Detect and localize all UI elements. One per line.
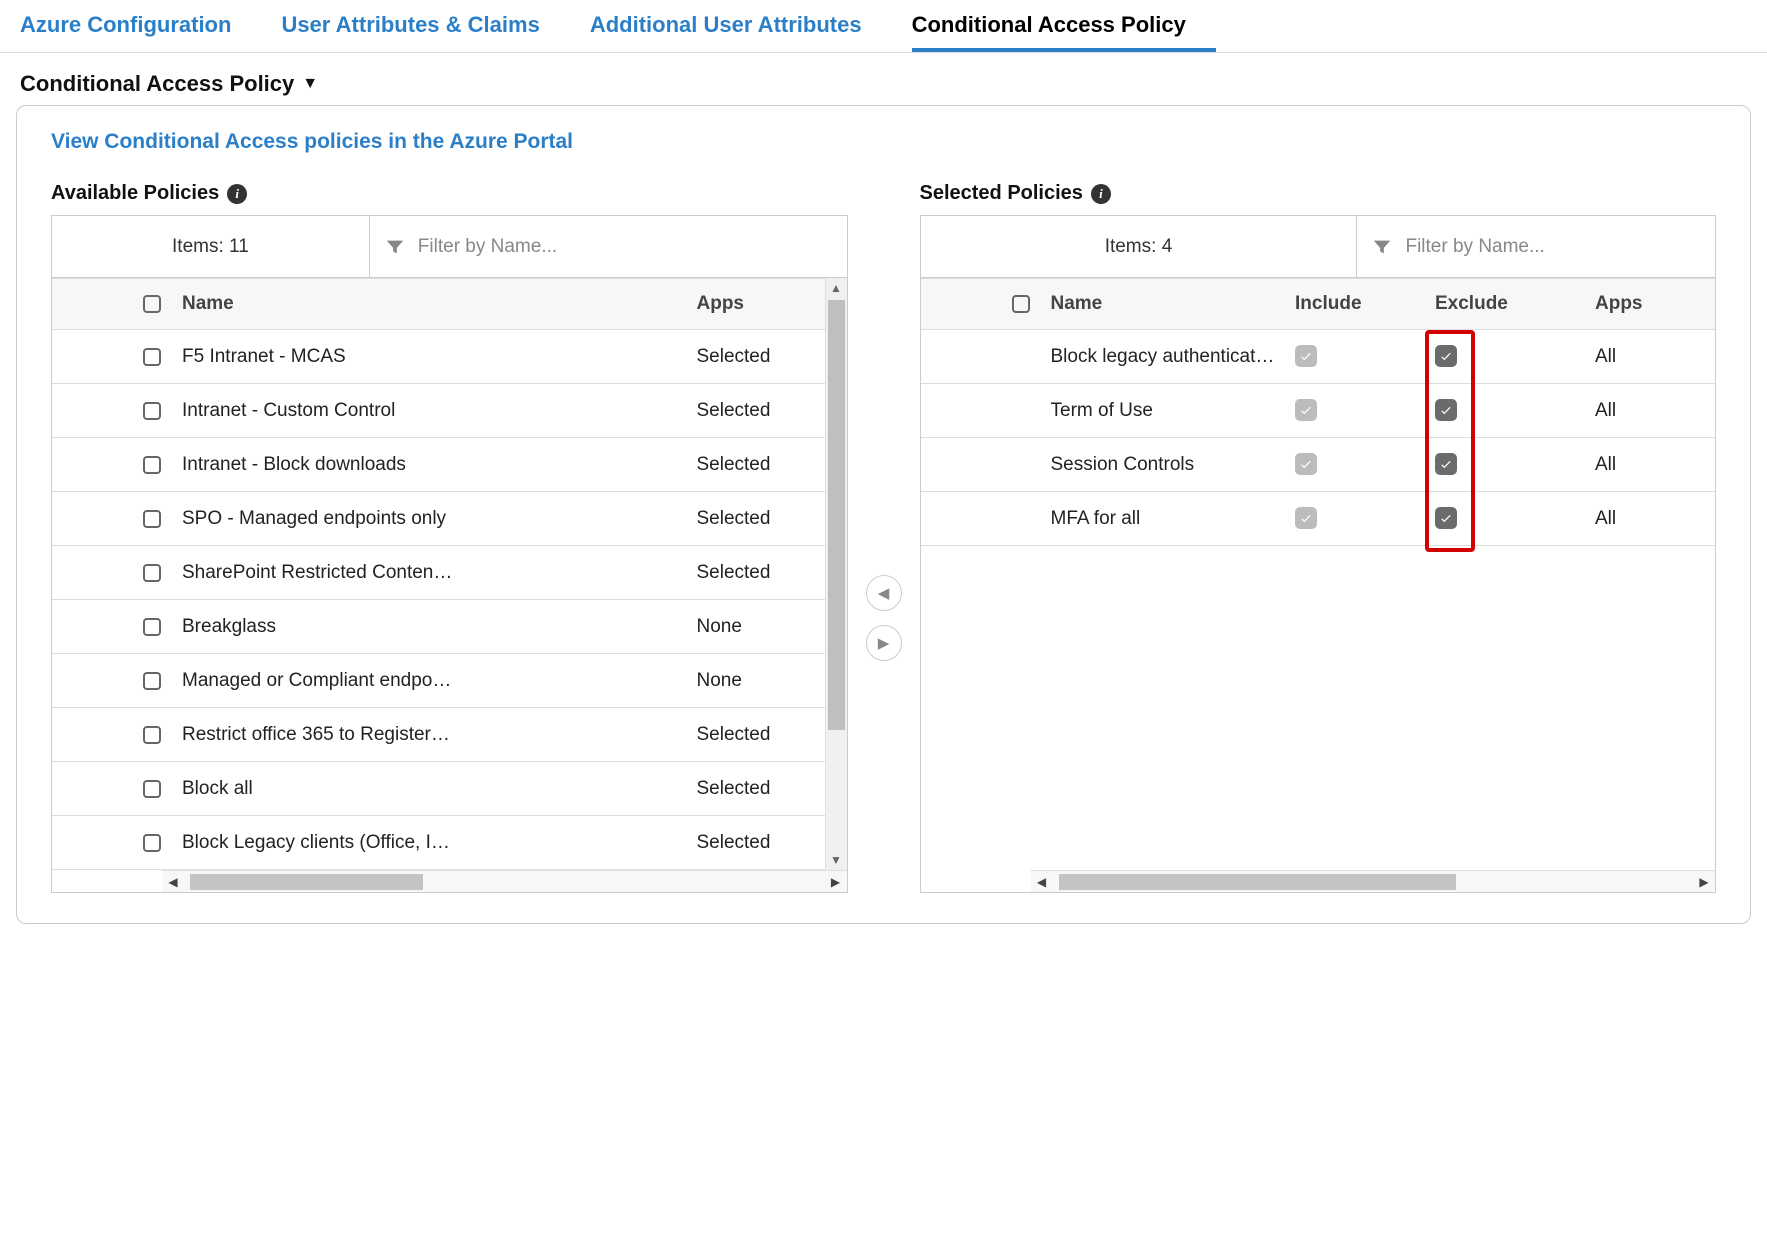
table-row[interactable]: Block legacy authenticat… All <box>921 330 1716 384</box>
move-left-button[interactable]: ◀ <box>866 575 902 611</box>
policy-apps: All <box>1595 400 1715 422</box>
policy-name: F5 Intranet - MCAS <box>182 346 697 368</box>
row-checkbox[interactable] <box>143 456 161 474</box>
policy-apps: All <box>1595 454 1715 476</box>
policy-name: SPO - Managed endpoints only <box>182 508 697 530</box>
filter-icon <box>1371 236 1393 258</box>
policy-name: Breakglass <box>182 616 697 638</box>
row-checkbox[interactable] <box>143 348 161 366</box>
policy-name: Restrict office 365 to Register… <box>182 724 697 746</box>
tabs: Azure Configuration User Attributes & Cl… <box>0 0 1767 53</box>
row-checkbox[interactable] <box>143 780 161 798</box>
available-filter-input[interactable] <box>416 235 833 259</box>
selected-col-apps: Apps <box>1595 293 1715 315</box>
info-icon[interactable]: i <box>1091 184 1111 204</box>
include-checkbox <box>1295 507 1317 529</box>
table-row[interactable]: MFA for all All <box>921 492 1716 546</box>
available-items-count: Items: 11 <box>52 216 370 277</box>
selected-items-count: Items: 4 <box>921 216 1358 277</box>
tab-conditional-access-policy[interactable]: Conditional Access Policy <box>912 0 1216 52</box>
row-checkbox[interactable] <box>143 564 161 582</box>
exclude-checkbox[interactable] <box>1435 453 1457 475</box>
available-title: Available Policies <box>51 182 219 205</box>
section-header[interactable]: Conditional Access Policy ▼ <box>0 53 1767 105</box>
available-policies-block: Available Policies i Items: 11 <box>51 182 848 893</box>
row-checkbox[interactable] <box>143 402 161 420</box>
exclude-checkbox[interactable] <box>1435 507 1457 529</box>
selected-col-exclude: Exclude <box>1435 293 1595 315</box>
exclude-checkbox[interactable] <box>1435 345 1457 367</box>
available-col-name: Name <box>182 293 697 315</box>
row-checkbox[interactable] <box>143 834 161 852</box>
policy-name: Block Legacy clients (Office, I… <box>182 832 697 854</box>
tab-user-attributes-claims[interactable]: User Attributes & Claims <box>281 0 569 52</box>
policy-name: Intranet - Block downloads <box>182 454 697 476</box>
row-checkbox[interactable] <box>143 618 161 636</box>
table-row[interactable]: Block allSelected <box>52 762 847 816</box>
policy-name: Block legacy authenticat… <box>1051 346 1296 368</box>
policy-name: Block all <box>182 778 697 800</box>
horizontal-scrollbar[interactable]: ◀▶ <box>162 870 847 892</box>
table-row[interactable]: Term of Use All <box>921 384 1716 438</box>
transfer-buttons: ◀ ▶ <box>866 575 902 661</box>
policy-name: Intranet - Custom Control <box>182 400 697 422</box>
policy-name: Managed or Compliant endpo… <box>182 670 697 692</box>
policy-name: Session Controls <box>1051 454 1296 476</box>
table-row[interactable]: Managed or Compliant endpo…None <box>52 654 847 708</box>
table-row[interactable]: BreakglassNone <box>52 600 847 654</box>
selected-filter-input[interactable] <box>1403 235 1701 259</box>
table-row[interactable]: SharePoint Restricted Conten…Selected <box>52 546 847 600</box>
selected-title: Selected Policies <box>920 182 1083 205</box>
policy-name: Term of Use <box>1051 400 1296 422</box>
table-row[interactable]: F5 Intranet - MCASSelected <box>52 330 847 384</box>
selected-col-name: Name <box>1051 293 1296 315</box>
filter-icon <box>384 236 406 258</box>
row-checkbox[interactable] <box>143 672 161 690</box>
tab-azure-configuration[interactable]: Azure Configuration <box>20 0 261 52</box>
move-right-button[interactable]: ▶ <box>866 625 902 661</box>
horizontal-scrollbar[interactable]: ◀▶ <box>1031 870 1716 892</box>
row-checkbox[interactable] <box>143 726 161 744</box>
vertical-scrollbar[interactable]: ▲ ▼ <box>825 278 847 870</box>
azure-portal-link[interactable]: View Conditional Access policies in the … <box>51 130 1716 154</box>
table-row[interactable]: Intranet - Custom ControlSelected <box>52 384 847 438</box>
include-checkbox <box>1295 345 1317 367</box>
caret-down-icon: ▼ <box>302 75 318 93</box>
policy-name: MFA for all <box>1051 508 1296 530</box>
section-title: Conditional Access Policy <box>20 71 294 97</box>
available-select-all-checkbox[interactable] <box>143 295 161 313</box>
info-icon[interactable]: i <box>227 184 247 204</box>
tab-additional-user-attributes[interactable]: Additional User Attributes <box>590 0 892 52</box>
table-row[interactable]: Restrict office 365 to Register…Selected <box>52 708 847 762</box>
selected-col-include: Include <box>1295 293 1435 315</box>
table-row[interactable]: Intranet - Block downloadsSelected <box>52 438 847 492</box>
row-checkbox[interactable] <box>143 510 161 528</box>
exclude-checkbox[interactable] <box>1435 399 1457 421</box>
include-checkbox <box>1295 399 1317 421</box>
policy-apps: All <box>1595 346 1715 368</box>
table-row[interactable]: Block Legacy clients (Office, I…Selected <box>52 816 847 870</box>
policy-panel: View Conditional Access policies in the … <box>16 105 1751 924</box>
include-checkbox <box>1295 453 1317 475</box>
table-row[interactable]: Session Controls All <box>921 438 1716 492</box>
selected-select-all-checkbox[interactable] <box>1012 295 1030 313</box>
table-row[interactable]: SPO - Managed endpoints onlySelected <box>52 492 847 546</box>
policy-name: SharePoint Restricted Conten… <box>182 562 697 584</box>
selected-policies-block: Selected Policies i Items: 4 <box>920 182 1717 893</box>
policy-apps: All <box>1595 508 1715 530</box>
